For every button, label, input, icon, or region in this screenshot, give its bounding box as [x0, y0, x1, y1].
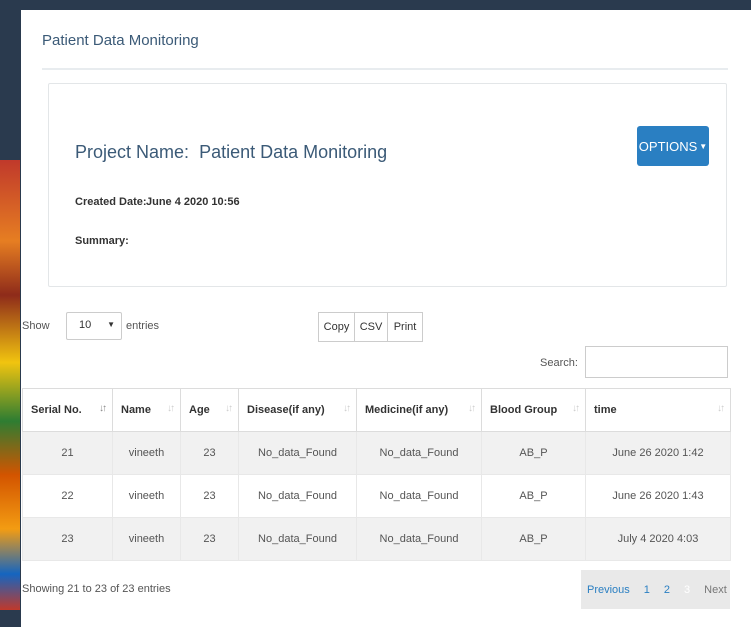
cell-serial-no: 22: [22, 474, 113, 518]
cell-age: 23: [180, 431, 239, 475]
csv-button[interactable]: CSV: [354, 312, 388, 342]
cell-name: vineeth: [112, 431, 181, 475]
cell-blood-group: AB_P: [481, 474, 586, 518]
cell-blood-group: AB_P: [481, 431, 586, 475]
page-size-value: 10: [79, 319, 92, 331]
options-button[interactable]: OPTIONS ▼: [637, 126, 709, 166]
sort-icon: ↓↑: [717, 403, 725, 414]
column-header-blood-group[interactable]: Blood Group ↓↑: [481, 388, 586, 432]
page-3-button[interactable]: 3: [684, 584, 690, 596]
cell-name: vineeth: [112, 474, 181, 518]
cell-disease: No_data_Found: [238, 431, 357, 475]
created-date-value: June 4 2020 10:56: [146, 196, 240, 208]
cell-medicine: No_data_Found: [356, 431, 482, 475]
column-header-name[interactable]: Name ↓↑: [112, 388, 181, 432]
table-row: 22 vineeth 23 No_data_Found No_data_Foun…: [22, 474, 731, 518]
project-name-value: Patient Data Monitoring: [199, 142, 388, 162]
cell-time: July 4 2020 4:03: [585, 517, 731, 561]
column-header-time[interactable]: time ↓↑: [585, 388, 731, 432]
patient-table: Serial No. ↓↑ Name ↓↑ Age ↓↑ Disease(if any…: [22, 388, 731, 561]
export-button-group: Copy CSV Print: [318, 312, 423, 342]
print-button[interactable]: Print: [387, 312, 423, 342]
search-label: Search:: [540, 357, 578, 369]
background-decoration: [0, 160, 20, 610]
page-size-select[interactable]: 10 ▼: [66, 312, 122, 340]
title-divider: [42, 68, 728, 70]
table-info: Showing 21 to 23 of 23 entries: [22, 583, 171, 595]
search-input[interactable]: [585, 346, 728, 378]
sort-icon: ↓↑: [225, 403, 233, 414]
copy-button[interactable]: Copy: [318, 312, 355, 342]
column-header-disease[interactable]: Disease(if any) ↓↑: [238, 388, 357, 432]
sort-icon: ↓↑: [343, 403, 351, 414]
project-name-label: Project Name:: [75, 142, 190, 162]
column-header-medicine[interactable]: Medicine(if any) ↓↑: [356, 388, 482, 432]
caret-down-icon: ▼: [699, 141, 708, 151]
entries-label: entries: [126, 320, 160, 332]
cell-medicine: No_data_Found: [356, 517, 482, 561]
cell-time: June 26 2020 1:42: [585, 431, 731, 475]
options-label: OPTIONS: [638, 138, 698, 154]
cell-time: June 26 2020 1:43: [585, 474, 731, 518]
cell-age: 23: [180, 517, 239, 561]
previous-page-button[interactable]: Previous: [587, 584, 630, 596]
summary-label: Summary:: [75, 235, 129, 247]
page-title: Patient Data Monitoring: [42, 32, 199, 49]
cell-age: 23: [180, 474, 239, 518]
next-page-button[interactable]: Next: [704, 584, 727, 596]
page-2-button[interactable]: 2: [664, 584, 670, 596]
pagination: Previous 1 2 3 Next: [581, 570, 730, 609]
sort-icon: ↓↑: [468, 403, 476, 414]
page-1-button[interactable]: 1: [644, 584, 650, 596]
table-header-row: Serial No. ↓↑ Name ↓↑ Age ↓↑ Disease(if any…: [22, 388, 731, 432]
table-row: 21 vineeth 23 No_data_Found No_data_Foun…: [22, 431, 731, 475]
cell-serial-no: 21: [22, 431, 113, 475]
project-card: Project Name: Patient Data Monitoring OP…: [48, 83, 727, 287]
table-row: 23 vineeth 23 No_data_Found No_data_Foun…: [22, 517, 731, 561]
cell-blood-group: AB_P: [481, 517, 586, 561]
created-date-label: Created Date:: [75, 196, 147, 208]
column-header-age[interactable]: Age ↓↑: [180, 388, 239, 432]
cell-serial-no: 23: [22, 517, 113, 561]
sort-icon: ↓↑: [167, 403, 175, 414]
project-name: Project Name: Patient Data Monitoring: [75, 142, 387, 163]
cell-disease: No_data_Found: [238, 474, 357, 518]
sort-icon: ↓↑: [99, 403, 107, 414]
column-header-serial-no[interactable]: Serial No. ↓↑: [22, 388, 113, 432]
cell-disease: No_data_Found: [238, 517, 357, 561]
dropdown-arrow-icon: ▼: [107, 320, 115, 329]
cell-name: vineeth: [112, 517, 181, 561]
sort-icon: ↓↑: [572, 403, 580, 414]
show-label: Show: [22, 320, 50, 332]
cell-medicine: No_data_Found: [356, 474, 482, 518]
